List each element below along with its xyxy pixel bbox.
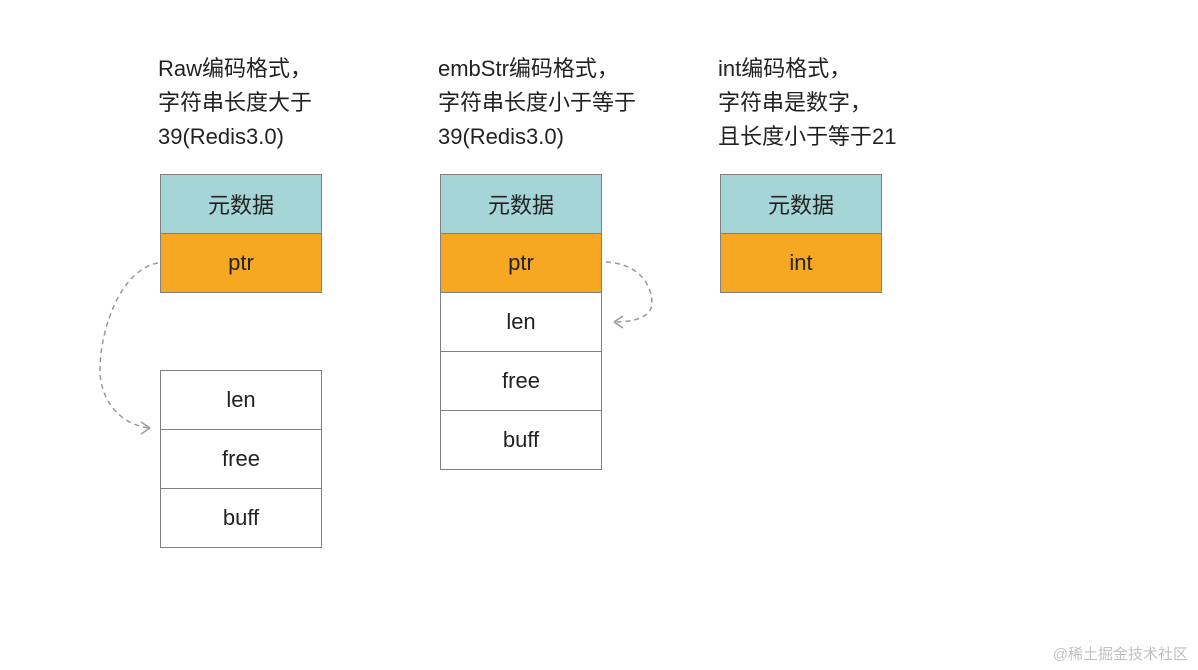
raw-desc-line1: Raw编码格式， xyxy=(158,56,312,81)
raw-len-box: len xyxy=(160,370,322,430)
raw-ptr-arrow xyxy=(90,260,170,440)
embstr-ptr-box: ptr xyxy=(440,233,602,293)
embstr-meta-box: 元数据 xyxy=(440,174,602,234)
diagram-canvas: Raw编码格式， 字符串长度大于 39(Redis3.0) 元数据 ptr le… xyxy=(0,0,1198,670)
int-desc: int编码格式， 字符串是数字， 且长度小于等于21 xyxy=(718,52,896,154)
raw-desc-line2: 字符串长度大于 xyxy=(158,90,312,115)
int-desc-line3: 且长度小于等于21 xyxy=(718,124,896,149)
embstr-desc-line3: 39(Redis3.0) xyxy=(438,124,564,149)
raw-buff-box: buff xyxy=(160,488,322,548)
raw-free-box: free xyxy=(160,429,322,489)
embstr-len-box: len xyxy=(440,292,602,352)
embstr-desc-line2: 字符串长度小于等于 xyxy=(438,90,636,115)
raw-desc-line3: 39(Redis3.0) xyxy=(158,124,284,149)
int-meta-box: 元数据 xyxy=(720,174,882,234)
int-desc-line2: 字符串是数字， xyxy=(718,90,872,115)
raw-meta-box: 元数据 xyxy=(160,174,322,234)
embstr-free-box: free xyxy=(440,351,602,411)
embstr-desc: embStr编码格式， 字符串长度小于等于 39(Redis3.0) xyxy=(438,52,636,154)
int-desc-line1: int编码格式， xyxy=(718,56,851,81)
int-int-box: int xyxy=(720,233,882,293)
embstr-ptr-arrow xyxy=(602,258,672,338)
embstr-desc-line1: embStr编码格式， xyxy=(438,56,619,81)
embstr-buff-box: buff xyxy=(440,410,602,470)
raw-desc: Raw编码格式， 字符串长度大于 39(Redis3.0) xyxy=(158,52,312,154)
watermark: @稀土掘金技术社区 xyxy=(1053,643,1188,664)
raw-ptr-box: ptr xyxy=(160,233,322,293)
